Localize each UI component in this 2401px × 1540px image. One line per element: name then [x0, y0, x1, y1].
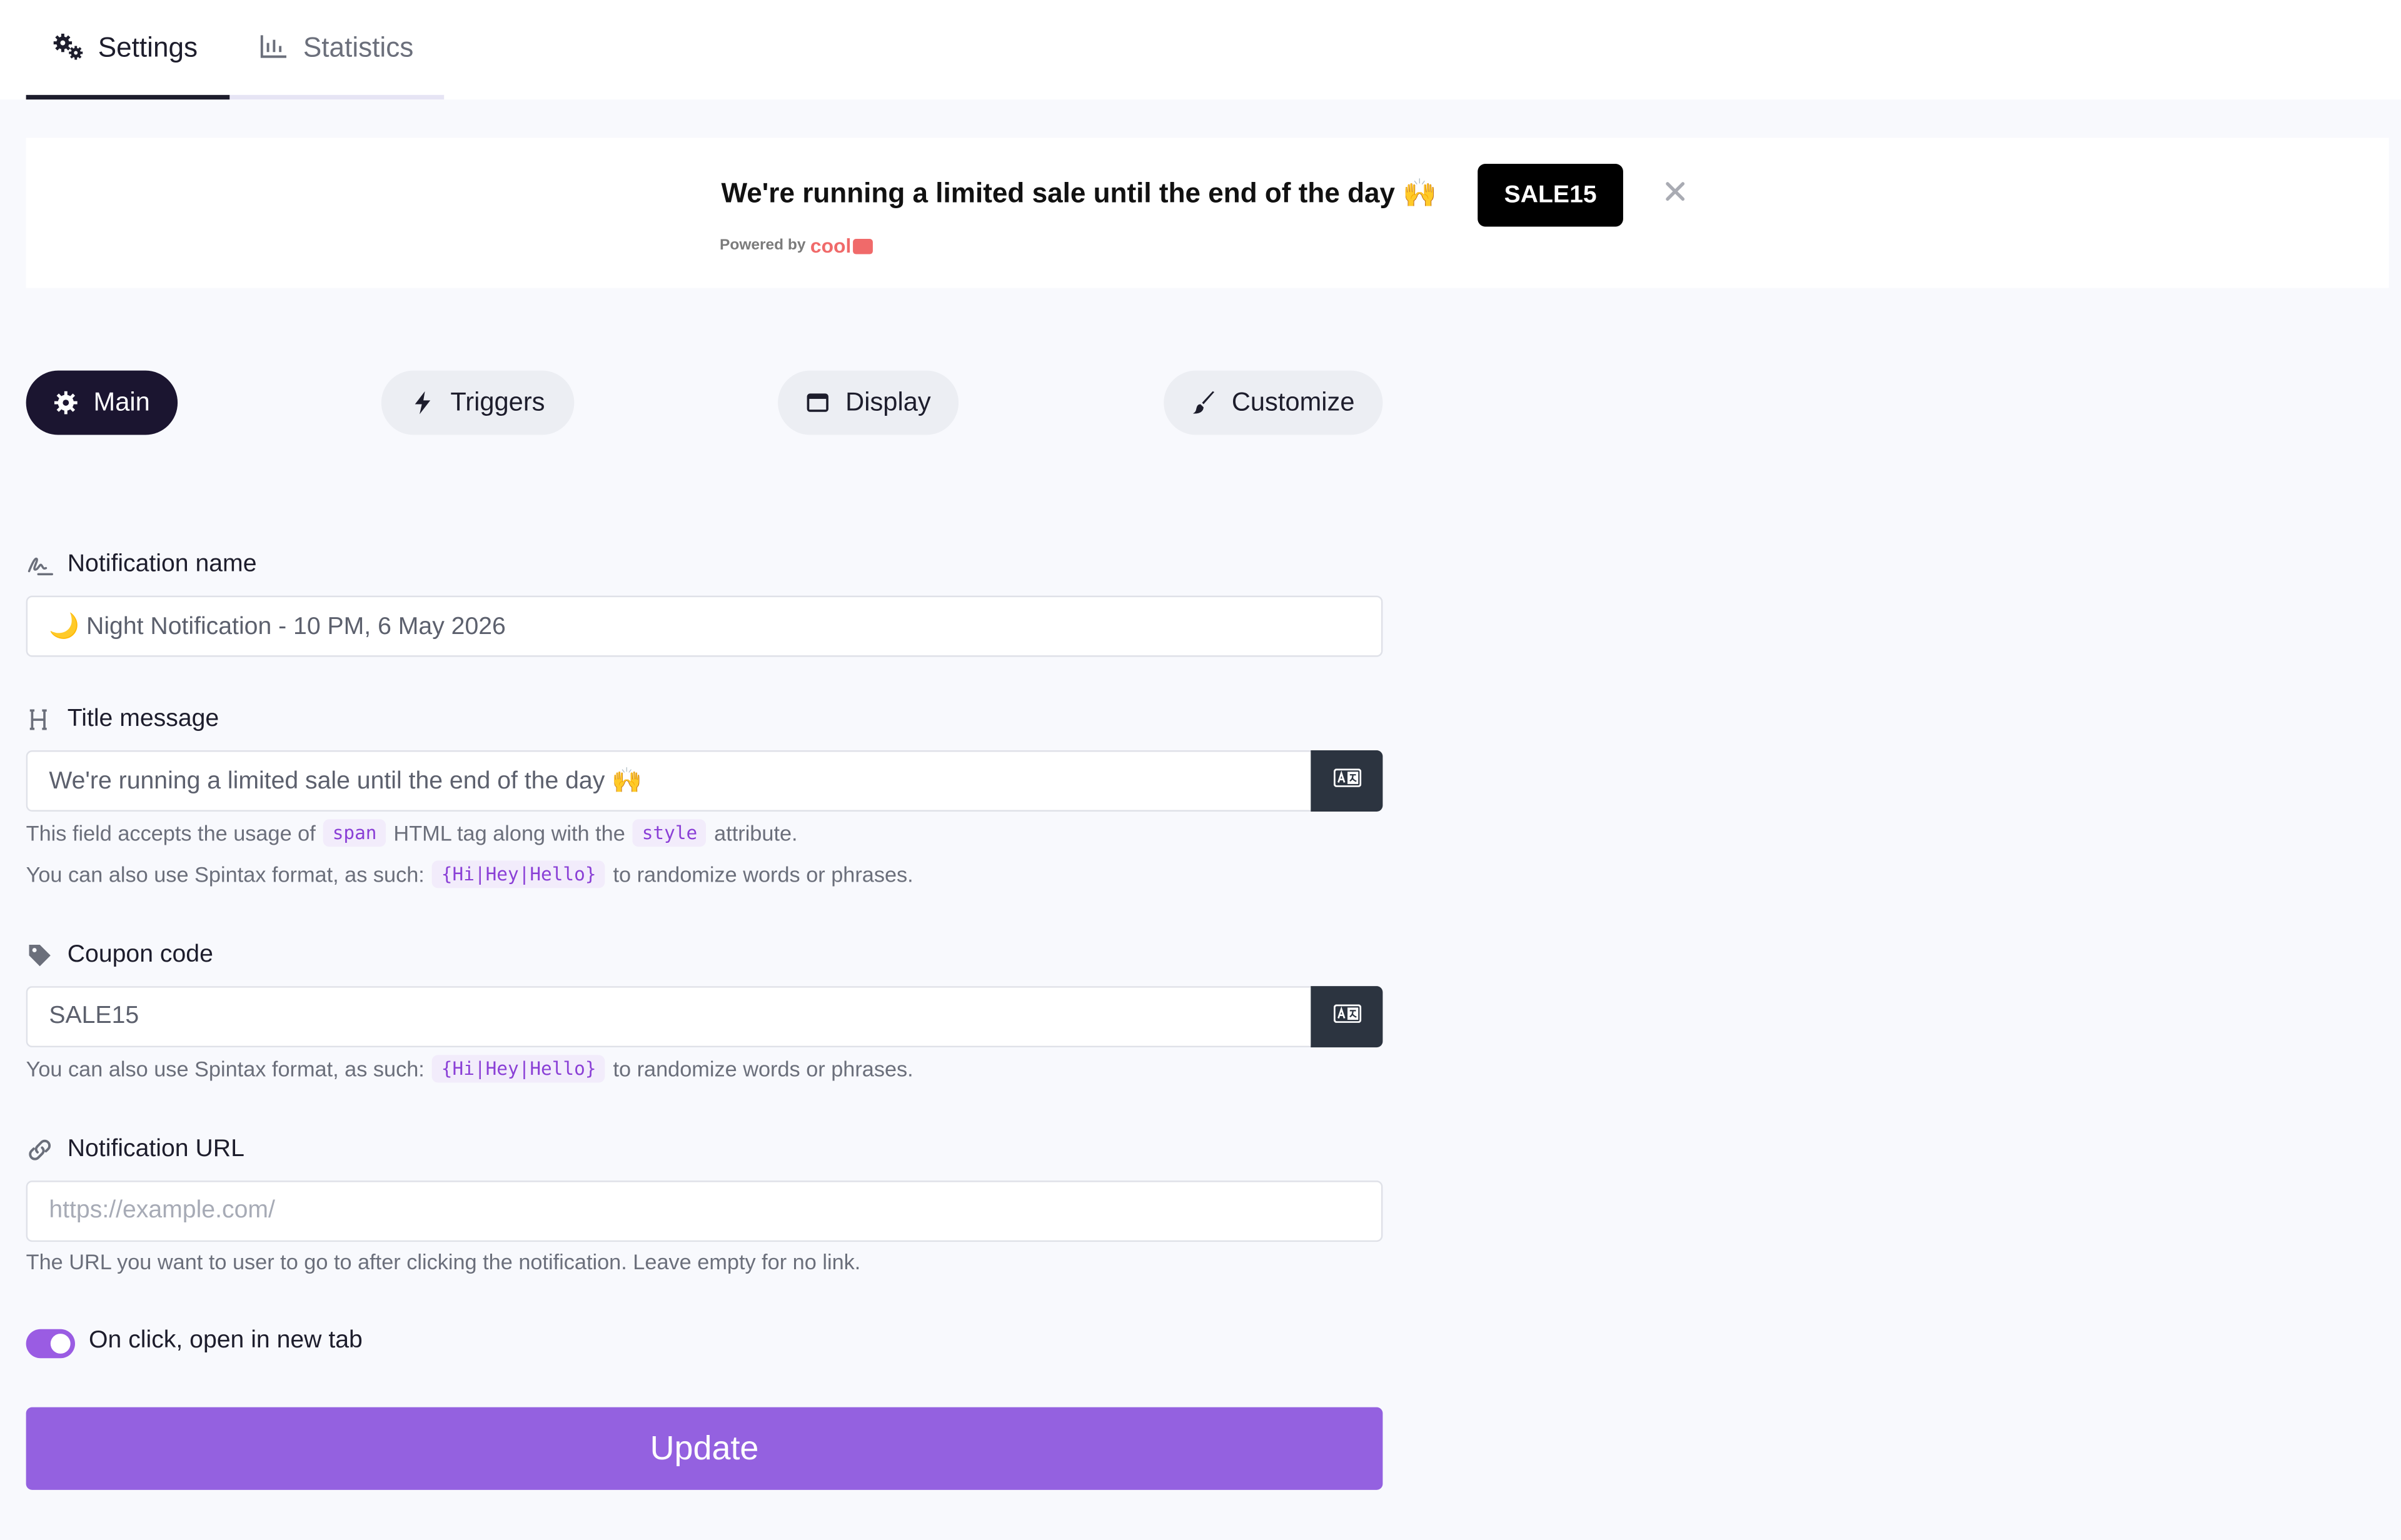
paintbrush-icon [1192, 390, 1216, 415]
title-message-label: Title message [26, 706, 219, 733]
title-message-label-text: Title message [67, 705, 219, 732]
section-triggers-label: Triggers [450, 387, 545, 417]
section-display-label: Display [845, 387, 931, 417]
signature-icon [26, 551, 54, 579]
open-new-tab-label[interactable]: On click, open in new tab [89, 1327, 363, 1355]
chart-bar-icon [257, 31, 291, 64]
coupon-code-label-text: Coupon code [67, 942, 213, 968]
coupon-spintax-button[interactable] [1311, 986, 1383, 1048]
section-customize-label: Customize [1231, 387, 1355, 417]
notification-url-input[interactable]: https://example.com/ [26, 1180, 1383, 1242]
bolt-icon [411, 390, 435, 415]
preview-coupon-button[interactable]: SALE15 [1477, 164, 1623, 227]
title-help-text-3: attribute. [714, 820, 798, 845]
coupon-help-spintax: You can also use Spintax format, as such… [26, 1055, 914, 1083]
coupon-code-input[interactable]: SALE15 [26, 986, 1312, 1048]
title-help-text-2: HTML tag along with the [393, 820, 625, 845]
spintax-text-1: You can also use Spintax format, as such… [26, 862, 425, 887]
gear-icon [54, 390, 78, 415]
section-display-button[interactable]: Display [778, 370, 959, 435]
url-help: The URL you want to user to go to after … [26, 1249, 861, 1274]
title-help-text-1: This field accepts the usage of [26, 820, 316, 845]
section-main-button[interactable]: Main [26, 370, 178, 435]
spintax-text-2: to randomize words or phrases. [613, 862, 914, 887]
spintax-text-2: to randomize words or phrases. [613, 1056, 914, 1081]
notification-url-label: Notification URL [26, 1136, 244, 1164]
language-icon [1332, 767, 1361, 795]
window-icon [805, 390, 830, 415]
gears-icon [52, 31, 86, 64]
title-spintax-button[interactable] [1311, 750, 1383, 812]
spintax-code: {Hi|Hey|Hello} [432, 1055, 606, 1083]
notification-name-label-text: Notification name [67, 551, 257, 578]
tab-settings-label: Settings [98, 32, 198, 63]
open-new-tab-toggle[interactable] [26, 1329, 76, 1359]
powered-by-text: Powered by [720, 237, 806, 254]
title-message-input[interactable]: We're running a limited sale until the e… [26, 750, 1312, 812]
link-icon [26, 1136, 54, 1164]
notification-url-label-text: Notification URL [67, 1136, 244, 1162]
language-icon [1332, 1003, 1361, 1030]
tab-settings[interactable]: Settings [26, 31, 230, 100]
section-triggers-button[interactable]: Triggers [381, 370, 575, 435]
tag-icon [26, 942, 54, 969]
tab-statistics[interactable]: Statistics [229, 31, 445, 100]
page: Settings Statistics We're running a limi… [0, 0, 2401, 1540]
close-icon[interactable] [1664, 181, 1686, 202]
section-customize-button[interactable]: Customize [1164, 370, 1383, 435]
code-span: span [323, 819, 386, 847]
top-tab-bar: Settings Statistics [0, 0, 2401, 100]
tab-statistics-label: Statistics [303, 32, 414, 63]
heading-icon [26, 706, 54, 733]
notification-name-input[interactable]: 🌙 Night Notification - 10 PM, 6 May 2026 [26, 595, 1383, 657]
toggle-knob [50, 1334, 71, 1354]
title-help-html: This field accepts the usage of span HTM… [26, 819, 798, 847]
section-main-label: Main [93, 387, 150, 417]
coupon-code-label: Coupon code [26, 942, 213, 969]
powered-by[interactable]: Powered by cool [720, 234, 873, 258]
notification-name-label: Notification name [26, 551, 257, 579]
notification-preview: We're running a limited sale until the e… [26, 138, 2389, 288]
spintax-code: {Hi|Hey|Hello} [432, 860, 606, 888]
update-button[interactable]: Update [26, 1407, 1383, 1490]
title-help-spintax: You can also use Spintax format, as such… [26, 860, 914, 888]
code-style: style [633, 819, 707, 847]
spintax-text-1: You can also use Spintax format, as such… [26, 1056, 425, 1081]
preview-message: We're running a limited sale until the e… [721, 178, 1437, 209]
brand-logo-text: cool [810, 234, 852, 258]
chat-bubble-icon [852, 238, 873, 254]
